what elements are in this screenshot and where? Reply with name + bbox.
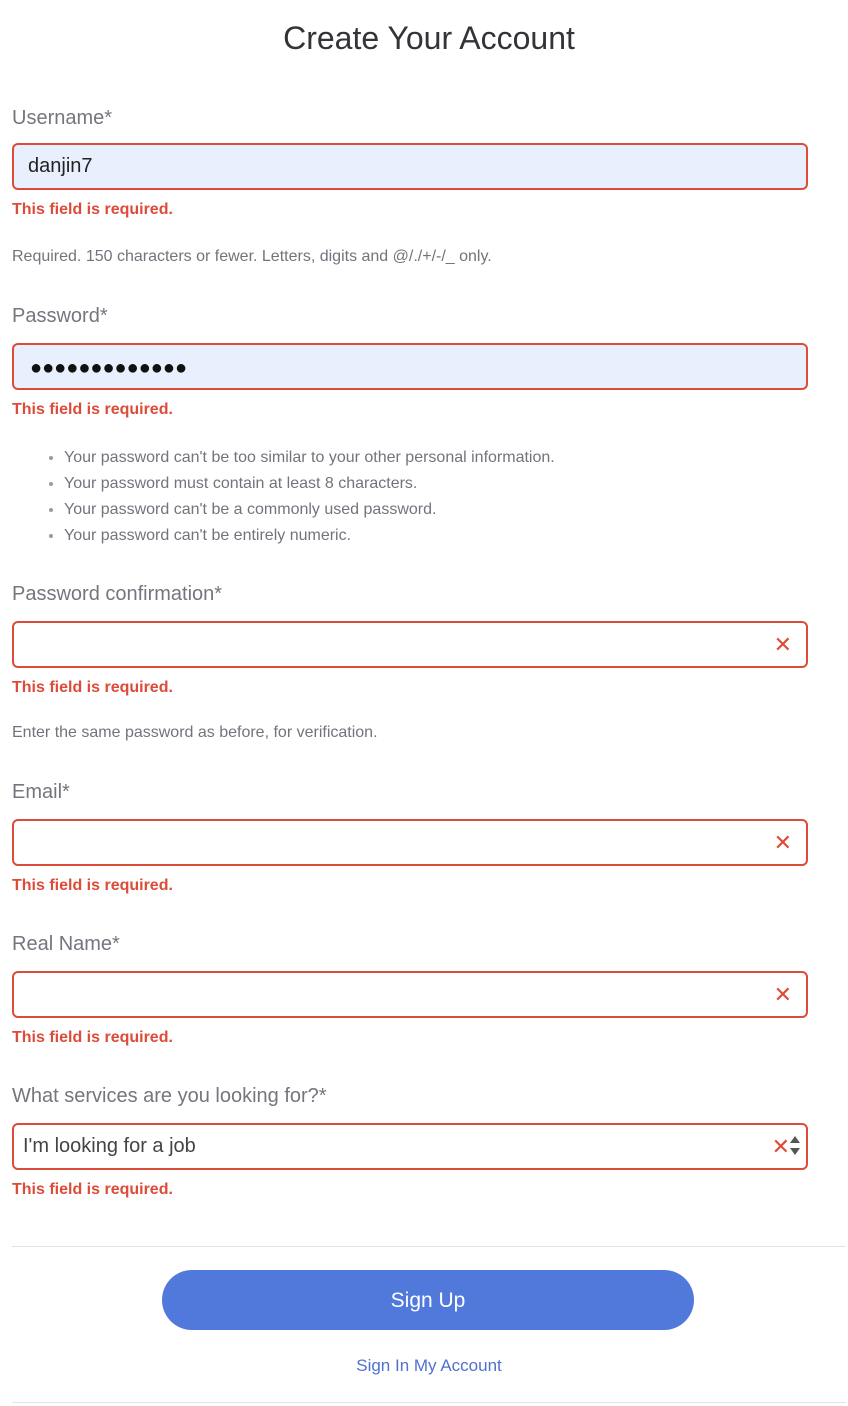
email-label: Email* (12, 781, 70, 803)
password-masked-value: ●●●●●●●●●●●●● (30, 357, 188, 379)
username-label: Username* (12, 107, 113, 129)
password-help-item: Your password can't be too similar to yo… (64, 448, 555, 474)
username-help: Required. 150 characters or fewer. Lette… (12, 248, 492, 265)
password-help-list: Your password can't be too similar to yo… (36, 448, 555, 552)
error-x-icon: ✕ (771, 1134, 790, 1159)
password-confirmation-input[interactable]: ✕ (12, 621, 808, 668)
username-value: danjin7 (28, 155, 93, 177)
password-error: This field is required. (12, 401, 173, 418)
error-x-icon: ✕ (773, 982, 792, 1007)
services-error: This field is required. (12, 1181, 173, 1198)
real-name-input[interactable]: ✕ (12, 971, 808, 1018)
error-x-icon: ✕ (773, 632, 792, 657)
password-input[interactable]: ●●●●●●●●●●●●● (12, 343, 808, 390)
password-help-item: Your password can't be a commonly used p… (64, 500, 555, 526)
sign-in-link[interactable]: Sign In My Account (0, 1356, 848, 1376)
email-error: This field is required. (12, 877, 173, 894)
services-selected-value: I'm looking for a job (23, 1135, 196, 1157)
password-confirmation-label: Password confirmation* (12, 583, 223, 605)
password-help-item: Your password must contain at least 8 ch… (64, 474, 555, 500)
username-input[interactable]: danjin7 (12, 143, 808, 190)
error-x-icon: ✕ (773, 830, 792, 855)
real-name-label: Real Name* (12, 933, 120, 955)
email-input[interactable]: ✕ (12, 819, 808, 866)
password-help-item: Your password can't be entirely numeric. (64, 526, 555, 552)
sign-up-button[interactable]: Sign Up (162, 1270, 694, 1330)
page-title: Create Your Account (283, 20, 575, 56)
divider (12, 1402, 846, 1403)
username-error: This field is required. (12, 201, 173, 218)
services-select[interactable]: I'm looking for a job ✕ (12, 1123, 808, 1170)
services-label: What services are you looking for?* (12, 1085, 327, 1107)
select-arrows-icon[interactable] (790, 1136, 800, 1158)
password-confirmation-error: This field is required. (12, 679, 173, 696)
password-label: Password* (12, 305, 108, 327)
real-name-error: This field is required. (12, 1029, 173, 1046)
password-confirmation-help: Enter the same password as before, for v… (12, 724, 378, 741)
divider (12, 1246, 846, 1247)
